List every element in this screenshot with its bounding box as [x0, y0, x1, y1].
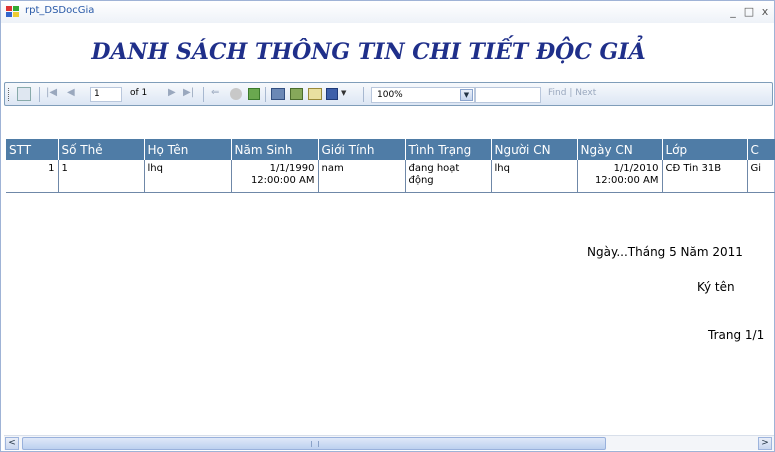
- toolbar-separator: [39, 87, 40, 102]
- cell-line: đang hoạt: [408, 163, 460, 174]
- next-page-button[interactable]: ▶: [168, 87, 176, 98]
- find-controls: Find | Next: [548, 88, 596, 98]
- column-header: Họ Tên: [143, 139, 231, 160]
- cell-tinh-trang: đang hoạt động: [404, 160, 491, 193]
- zoom-select[interactable]: 100% ▼: [371, 87, 475, 103]
- report-viewer-window: rpt_DSDocGia _ □ x DANH SÁCH THÔNG TIN C…: [0, 0, 775, 452]
- export-save-icon[interactable]: [326, 88, 338, 100]
- column-header: Số Thẻ: [57, 139, 144, 160]
- column-header: Giới Tính: [317, 139, 405, 160]
- cell-line: động: [408, 175, 434, 186]
- title-bar: rpt_DSDocGia _ □ x: [1, 1, 774, 23]
- cell-nam-sinh: 1/1/1990 12:00:00 AM: [230, 160, 318, 193]
- cell-ho-ten: lhq: [143, 160, 231, 193]
- minimize-button[interactable]: _: [726, 6, 740, 18]
- cell-lop: CĐ Tin 31B: [661, 160, 747, 193]
- scroll-grip-icon: [311, 441, 319, 447]
- cell-nguoi-cn: lhq: [490, 160, 577, 193]
- cell-gioi-tinh: nam: [317, 160, 405, 193]
- close-button[interactable]: x: [758, 6, 772, 18]
- column-header: Ngày CN: [576, 139, 662, 160]
- cell-ngay-cn: 1/1/2010 12:00:00 AM: [576, 160, 662, 193]
- table-header-row: STT Số Thẻ Họ Tên Năm Sinh Giới Tính Tìn…: [6, 139, 775, 160]
- column-header: Năm Sinh: [230, 139, 318, 160]
- horizontal-scrollbar[interactable]: < >: [4, 435, 774, 450]
- cell-line: 1/1/1990: [269, 163, 315, 174]
- zoom-value: 100%: [377, 90, 403, 100]
- report-toolbar: |◀ ◀ 1 of 1 ▶ ▶| ⇐ ▼ 100% ▼ Find | Next: [4, 82, 773, 106]
- scroll-thumb[interactable]: [22, 437, 606, 450]
- back-button[interactable]: ⇐: [211, 87, 219, 98]
- refresh-icon[interactable]: [248, 88, 260, 100]
- signature-label: Ký tên: [697, 280, 735, 294]
- print-layout-icon[interactable]: [290, 88, 303, 100]
- find-button[interactable]: Find: [548, 88, 566, 98]
- zoom-dropdown-arrow[interactable]: ▼: [460, 89, 473, 101]
- scroll-left-button[interactable]: <: [5, 437, 19, 450]
- report-title: DANH SÁCH THÔNG TIN CHI TIẾT ĐỘC GIẢ: [91, 39, 646, 65]
- cell-line: 12:00:00 AM: [250, 175, 315, 186]
- column-header: Lớp: [661, 139, 747, 160]
- column-header: Tình Trạng: [404, 139, 491, 160]
- toolbar-separator: [363, 87, 364, 102]
- column-header: STT: [6, 139, 58, 160]
- column-header: Người CN: [490, 139, 577, 160]
- reader-table: STT Số Thẻ Họ Tên Năm Sinh Giới Tính Tìn…: [6, 139, 775, 193]
- current-page-input[interactable]: 1: [90, 87, 122, 102]
- page-count-text: of 1: [130, 88, 148, 98]
- export-dropdown-arrow[interactable]: ▼: [341, 89, 346, 97]
- toolbar-separator: [203, 87, 204, 102]
- cell-line: 1/1/2010: [613, 163, 659, 174]
- first-page-button[interactable]: |◀: [46, 87, 57, 98]
- report-date: Ngày...Tháng 5 Năm 2011: [587, 245, 743, 259]
- toolbar-separator: [265, 87, 266, 102]
- app-icon: [6, 6, 19, 17]
- find-separator: |: [569, 88, 573, 98]
- cell-line: 12:00:00 AM: [594, 175, 659, 186]
- last-page-button[interactable]: ▶|: [183, 87, 194, 98]
- document-map-icon[interactable]: [17, 87, 31, 101]
- find-input[interactable]: [475, 87, 541, 103]
- stop-icon[interactable]: [230, 88, 242, 100]
- cell-so-the: 1: [57, 160, 144, 193]
- cell-stt: 1: [6, 160, 58, 193]
- previous-page-button[interactable]: ◀: [67, 87, 75, 98]
- find-next-button[interactable]: Next: [575, 88, 596, 98]
- page-setup-icon[interactable]: [308, 88, 322, 100]
- page-number: Trang 1/1: [708, 328, 765, 342]
- print-icon[interactable]: [271, 88, 285, 100]
- column-header: C: [746, 139, 775, 160]
- toolbar-grip[interactable]: [8, 88, 11, 101]
- window-title: rpt_DSDocGia: [25, 5, 95, 16]
- scroll-right-button[interactable]: >: [758, 437, 772, 450]
- table-row: 1 1 lhq 1/1/1990 12:00:00 AM nam đang ho…: [6, 160, 775, 193]
- cell-c: Gi: [746, 160, 775, 193]
- maximize-button[interactable]: □: [742, 6, 756, 18]
